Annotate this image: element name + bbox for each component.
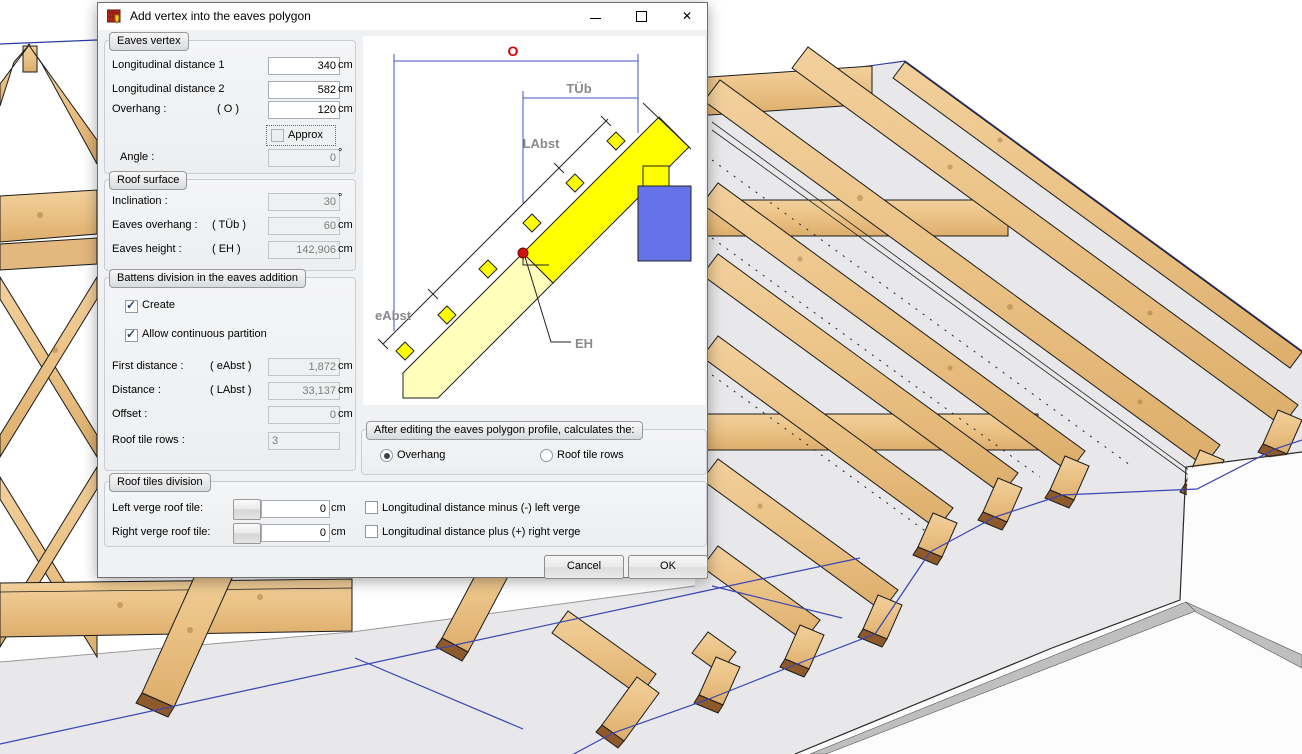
- group-caption: Roof tiles division: [109, 473, 211, 492]
- field-label: Angle :: [120, 151, 155, 163]
- inclination-input: [268, 193, 340, 211]
- app-icon: [107, 9, 121, 24]
- eaves-overhang-input: [268, 217, 340, 235]
- group-caption: After editing the eaves polygon profile,…: [366, 421, 643, 440]
- group-caption: Eaves vertex: [109, 32, 189, 51]
- vertex-point[interactable]: [517, 247, 529, 259]
- unit-label: cm: [338, 360, 353, 372]
- unit-label: cm: [338, 103, 353, 115]
- field-label: Right verge roof tile:: [112, 526, 211, 538]
- left-verge-input[interactable]: [261, 500, 330, 518]
- label-eabst: eAbst: [375, 308, 412, 323]
- plus-right-verge-checkbox[interactable]: [365, 525, 378, 538]
- angle-input: [268, 149, 340, 167]
- wall-plate-block: [642, 165, 670, 187]
- label-eh: EH: [575, 336, 593, 351]
- symbol-label: ( EH ): [212, 243, 241, 255]
- approx-label: Approx: [288, 129, 323, 141]
- distance-input: [268, 382, 340, 400]
- field-label: First distance :: [112, 360, 184, 372]
- group-roof-surface: Roof surface Inclination : ° Eaves overh…: [104, 171, 356, 271]
- first-distance-input: [268, 358, 340, 376]
- overhang-radio-label: Overhang: [397, 449, 446, 461]
- dialog-add-vertex: Add vertex into the eaves polygon ✕ Eave…: [97, 2, 708, 579]
- minus-left-verge-label: Longitudinal distance minus (-) left ver…: [382, 502, 581, 514]
- group-caption: Battens division in the eaves addition: [109, 269, 307, 288]
- allow-continuous-partition-label: Allow continuous partition: [142, 328, 267, 340]
- minus-left-verge-checkbox[interactable]: [365, 501, 378, 514]
- field-label: Offset :: [112, 408, 148, 420]
- unit-label: cm: [338, 384, 353, 396]
- label-labst: LAbst: [523, 136, 561, 151]
- unit-label: °: [338, 147, 343, 159]
- roof-tile-rows-radio[interactable]: [540, 449, 553, 462]
- group-roof-tiles-division: Roof tiles division Left verge roof tile…: [104, 473, 707, 547]
- symbol-label: ( eAbst ): [210, 360, 252, 372]
- field-label: Inclination :: [112, 195, 168, 207]
- unit-label: cm: [338, 408, 353, 420]
- symbol-label: ( TÜb ): [212, 219, 247, 231]
- right-verge-input[interactable]: [261, 524, 330, 542]
- overhang-input[interactable]: [268, 101, 340, 119]
- symbol-label: ( LAbst ): [210, 384, 252, 396]
- plus-right-verge-label: Longitudinal distance plus (+) right ver…: [382, 526, 581, 538]
- unit-label: cm: [338, 59, 353, 71]
- application-viewport: Add vertex into the eaves polygon ✕ Eave…: [0, 0, 1302, 754]
- close-icon: ✕: [681, 9, 693, 23]
- cancel-button[interactable]: Cancel: [544, 555, 624, 579]
- eaves-profile-diagram: O TÜb LAbst eAbst EH: [363, 36, 705, 405]
- maximize-icon: [635, 11, 647, 22]
- roof-tile-rows-radio-label: Roof tile rows: [557, 449, 624, 461]
- approx-checkbox-group[interactable]: Approx: [266, 125, 336, 146]
- field-label: Eaves height :: [112, 243, 182, 255]
- field-label: Distance :: [112, 384, 161, 396]
- field-label: Left verge roof tile:: [112, 502, 204, 514]
- field-label: Overhang :: [112, 103, 167, 115]
- label-tub: TÜb: [566, 81, 591, 96]
- field-label: Roof tile rows :: [112, 434, 185, 446]
- field-label: Longitudinal distance 2: [112, 83, 225, 95]
- label-o: O: [508, 43, 519, 59]
- create-label: Create: [142, 299, 176, 311]
- group-eaves-vertex: Eaves vertex Longitudinal distance 1 cm …: [104, 32, 356, 174]
- eaves-height-input: [268, 241, 340, 259]
- unit-label: cm: [331, 526, 346, 538]
- roof-tile-rows-input[interactable]: [268, 432, 340, 450]
- left-verge-picker-button[interactable]: [233, 499, 261, 520]
- right-verge-picker-button[interactable]: [233, 523, 261, 544]
- longitudinal-distance-2-input[interactable]: [268, 81, 340, 99]
- offset-input[interactable]: [268, 406, 340, 424]
- field-label: Longitudinal distance 1: [112, 59, 225, 71]
- create-checkbox[interactable]: [125, 298, 138, 313]
- field-label: Eaves overhang :: [112, 219, 198, 231]
- close-button[interactable]: ✕: [668, 3, 706, 30]
- dialog-title: Add vertex into the eaves polygon: [130, 9, 311, 23]
- minimize-icon: [589, 18, 601, 19]
- group-after-editing: After editing the eaves polygon profile,…: [361, 421, 707, 475]
- ok-button[interactable]: OK: [628, 555, 708, 579]
- minimize-button[interactable]: [576, 3, 614, 30]
- unit-label: cm: [338, 243, 353, 255]
- allow-continuous-partition-checkbox[interactable]: [125, 327, 138, 342]
- overhang-radio[interactable]: [380, 449, 393, 462]
- symbol-label: ( O ): [217, 103, 239, 115]
- longitudinal-distance-1-input[interactable]: [268, 57, 340, 75]
- unit-label: cm: [338, 219, 353, 231]
- unit-label: cm: [331, 502, 346, 514]
- maximize-button[interactable]: [622, 3, 660, 30]
- group-caption: Roof surface: [109, 171, 188, 190]
- unit-label: cm: [338, 83, 353, 95]
- approx-checkbox[interactable]: [271, 129, 284, 142]
- group-battens-division: Battens division in the eaves addition C…: [104, 269, 356, 471]
- wall-block: [637, 185, 692, 262]
- dialog-titlebar[interactable]: Add vertex into the eaves polygon ✕: [98, 3, 707, 30]
- unit-label: °: [338, 192, 343, 204]
